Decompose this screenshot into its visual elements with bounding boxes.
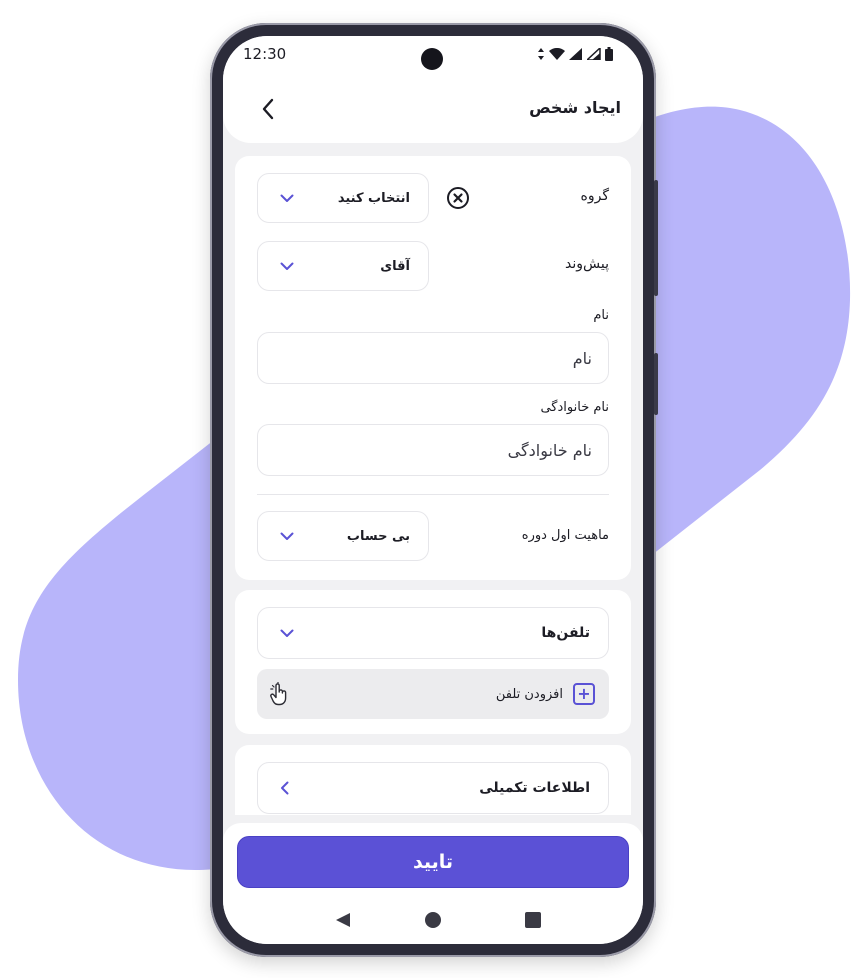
chevron-left-icon [281, 781, 289, 795]
system-nav-bar [223, 905, 643, 935]
group-select-value: انتخاب کنید [337, 190, 410, 206]
wifi-icon [549, 48, 565, 60]
signal-icon [569, 48, 582, 60]
last-name-input[interactable] [274, 440, 592, 460]
prefix-select-value: آقای [380, 258, 410, 274]
chevron-down-icon [280, 532, 294, 540]
add-phone-content: + افزودن تلفن [496, 683, 595, 705]
page-title: ایجاد شخص [529, 98, 621, 117]
clear-group-button[interactable] [446, 186, 470, 210]
person-info-card: گروه انتخاب کنید پیش‌وند آقای نام نام خا [235, 156, 631, 580]
phones-dropdown[interactable]: تلفن‌ها [257, 607, 609, 659]
power-button [654, 353, 658, 415]
section-divider [257, 494, 609, 495]
nav-recents-button[interactable] [518, 905, 548, 935]
close-circle-icon [447, 187, 469, 209]
first-name-field[interactable] [257, 332, 609, 384]
first-name-label: نام [593, 308, 609, 323]
circle-home-icon [425, 912, 441, 928]
chevron-left-icon [262, 98, 274, 120]
opening-nature-select[interactable]: بی حساب [257, 511, 429, 561]
status-time: 12:30 [243, 45, 287, 63]
additional-info-label: اطلاعات تکمیلی [479, 780, 590, 796]
first-name-input[interactable] [274, 348, 592, 368]
square-recents-icon [525, 912, 541, 928]
opening-nature-value: بی حساب [346, 528, 410, 544]
additional-info-card: اطلاعات تکمیلی [235, 745, 631, 815]
nav-back-button[interactable] [328, 905, 358, 935]
chevron-down-icon [280, 629, 294, 637]
group-label: گروه [580, 188, 610, 204]
signal-icon-2 [587, 48, 601, 60]
nav-home-button[interactable] [418, 905, 448, 935]
add-phone-label: افزودن تلفن [495, 686, 563, 702]
prefix-select[interactable]: آقای [257, 241, 429, 291]
last-name-field[interactable] [257, 424, 609, 476]
hand-pointer-icon [270, 682, 287, 706]
confirm-button[interactable]: تایید [237, 836, 629, 888]
additional-info-row[interactable]: اطلاعات تکمیلی [257, 762, 609, 814]
add-phone-button[interactable]: + افزودن تلفن [257, 669, 609, 719]
opening-nature-label: ماهیت اول دوره [521, 528, 609, 543]
phone-screen: ایجاد شخص 12:30 گروه [223, 36, 643, 944]
chevron-down-icon [280, 194, 294, 202]
triangle-back-icon [336, 913, 350, 927]
phones-label: تلفن‌ها [541, 625, 590, 641]
phone-frame: ایجاد شخص 12:30 گروه [210, 23, 658, 957]
chevron-down-icon [280, 262, 294, 270]
front-camera [421, 48, 443, 70]
volume-button [654, 180, 658, 296]
data-arrows-icon [538, 48, 544, 60]
plus-square-icon: + [573, 683, 595, 705]
bottom-bar: تایید [223, 823, 643, 944]
status-icons [537, 47, 613, 61]
back-button[interactable] [255, 96, 281, 122]
prefix-label: پیش‌وند [565, 256, 609, 272]
phones-card: تلفن‌ها + افزودن تلفن [235, 590, 631, 734]
battery-icon [605, 47, 613, 61]
last-name-label: نام خانوادگی [540, 400, 609, 415]
group-select[interactable]: انتخاب کنید [257, 173, 429, 223]
